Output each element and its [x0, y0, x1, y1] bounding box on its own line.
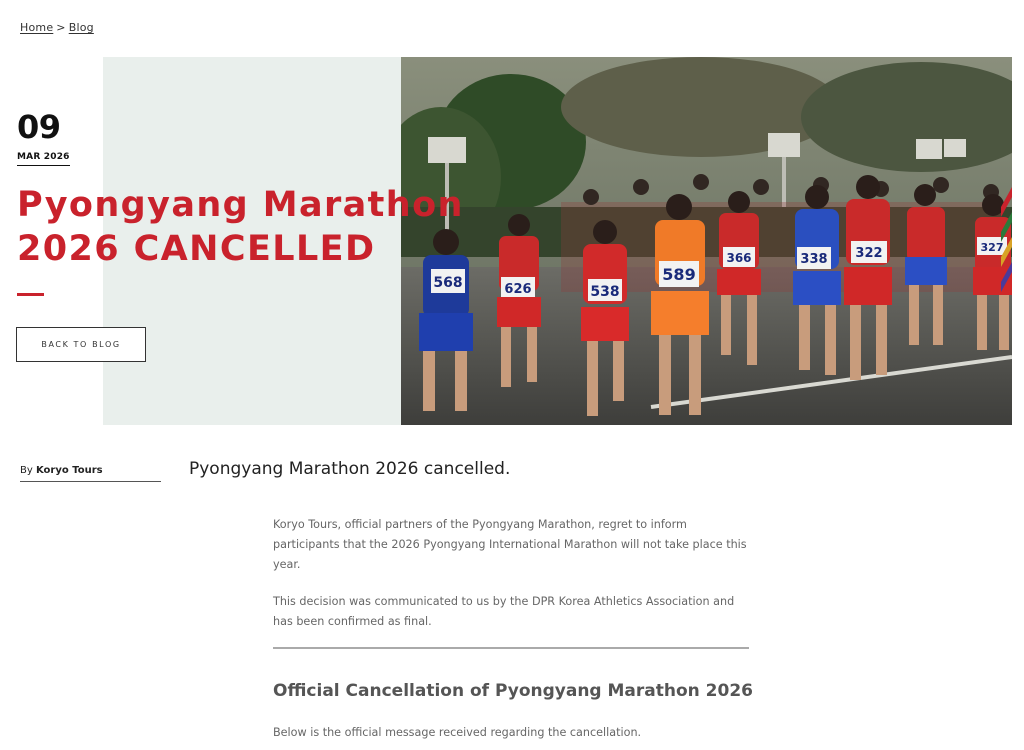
svg-text:366: 366 [726, 251, 751, 265]
breadcrumb-blog-link[interactable]: Blog [69, 21, 94, 34]
svg-text:568: 568 [433, 275, 462, 291]
svg-text:338: 338 [800, 252, 827, 267]
author-byline: By Koryo Tours [20, 465, 161, 482]
svg-text:327: 327 [981, 241, 1004, 254]
paragraph-2: This decision was communicated to us by … [273, 595, 735, 628]
post-title-line-2: 2026 CANCELLED [17, 229, 376, 269]
svg-text:626: 626 [504, 282, 531, 297]
post-date-day: 09 [17, 108, 61, 146]
byline-prefix: By [20, 465, 33, 476]
post-date-month: MAR 2026 [17, 152, 70, 166]
breadcrumb: Home > Blog [20, 21, 94, 34]
section-intro: Below is the official message received r… [273, 726, 642, 739]
paragraph-1: Koryo Tours, official partners of the Py… [273, 518, 747, 571]
breadcrumb-home-link[interactable]: Home [20, 21, 53, 34]
content-divider [273, 647, 749, 649]
svg-text:322: 322 [855, 246, 882, 261]
page: Home > Blog 568 626 538 589 366 338 322 … [0, 0, 1024, 750]
title-accent-rule [17, 293, 44, 296]
post-lead: Pyongyang Marathon 2026 cancelled. [189, 459, 511, 479]
marathon-runners-photo: 568 626 538 589 366 338 322 327 [401, 57, 1012, 425]
section-heading: Official Cancellation of Pyongyang Marat… [273, 681, 754, 701]
back-to-blog-button[interactable]: BACK TO BLOG [16, 327, 146, 362]
svg-text:589: 589 [662, 265, 695, 284]
post-title-line-1: Pyongyang Marathon [17, 185, 464, 225]
breadcrumb-separator: > [56, 21, 66, 34]
svg-text:538: 538 [590, 284, 619, 300]
author-link[interactable]: Koryo Tours [36, 465, 103, 476]
hero-photo: 568 626 538 589 366 338 322 327 [401, 57, 1012, 425]
post-title: Pyongyang Marathon 2026 CANCELLED [17, 183, 487, 271]
